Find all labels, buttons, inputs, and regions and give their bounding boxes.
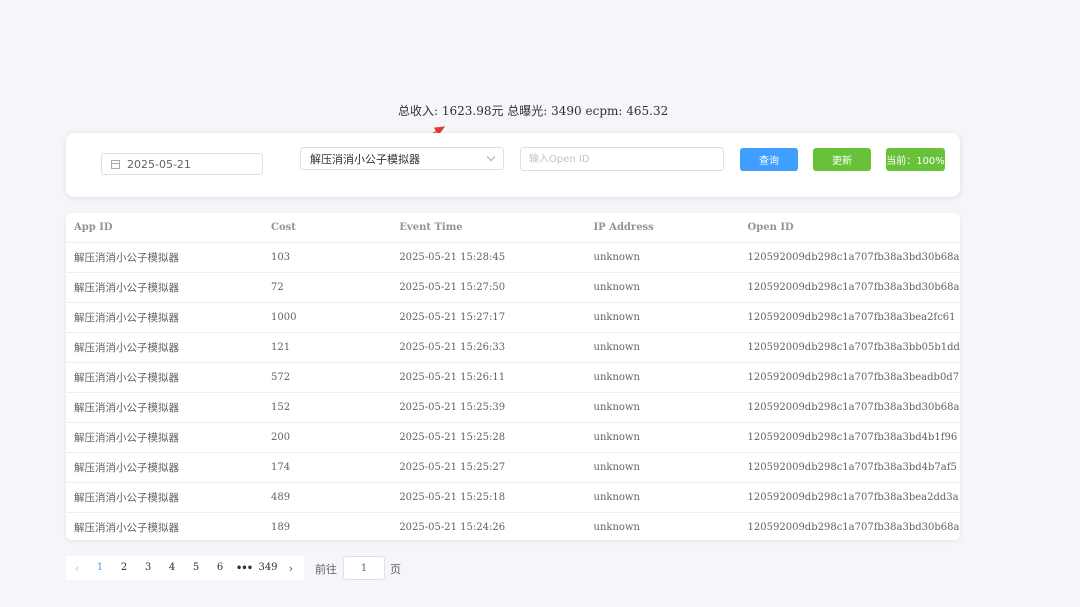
- cell-cost: 121: [262, 332, 392, 363]
- cell-app-id: 解压消消小公子模拟器: [66, 422, 263, 453]
- cell-cost: 200: [262, 422, 392, 453]
- cell-ip-address: unknown: [585, 302, 740, 333]
- cell-event-time: 2025-05-21 15:25:28: [391, 422, 586, 453]
- more-pages-icon[interactable]: •••: [232, 563, 256, 574]
- page-5[interactable]: 5: [184, 556, 208, 580]
- cell-open-id: 120592009db298c1a707fb38a3bd30b68a: [739, 272, 960, 303]
- app-select[interactable]: 解压消消小公子模拟器: [300, 147, 504, 170]
- events-table: App ID Cost Event Time IP Address Open I…: [66, 213, 960, 540]
- date-value: 2025-05-21: [127, 157, 191, 171]
- cell-app-id: 解压消消小公子模拟器: [74, 522, 179, 534]
- cell-cost: 1000: [262, 302, 392, 333]
- cell-ip-address: unknown: [585, 362, 740, 393]
- cell-open-id: 120592009db298c1a707fb38a3bd30b68a: [739, 242, 960, 273]
- chevron-left-icon[interactable]: ‹: [66, 562, 88, 575]
- date-picker[interactable]: 2025-05-21: [101, 153, 263, 175]
- goto-label: 前往: [315, 563, 337, 576]
- cell-open-id: 120592009db298c1a707fb38a3bb05b1dd: [739, 332, 960, 363]
- cell-event-time: 2025-05-21 15:25:39: [391, 392, 586, 423]
- filter-bar: 2025-05-21 解压消消小公子模拟器 查询 更新 当前：100%: [66, 133, 960, 197]
- cell-event-time: 2025-05-21 15:28:45: [391, 242, 586, 273]
- cell-ip-address: unknown: [585, 422, 740, 453]
- cell-open-id: 120592009db298c1a707fb38a3bea2fc61: [739, 302, 960, 333]
- column-header-event-time[interactable]: Event Time: [391, 213, 586, 243]
- cell-cost: 152: [262, 392, 392, 423]
- cell-ip-address: unknown: [585, 482, 740, 513]
- column-header-open-id[interactable]: Open ID: [739, 213, 960, 243]
- cell-open-id: 120592009db298c1a707fb38a3bd4b1f96: [739, 422, 960, 453]
- app-select-value: 解压消消小公子模拟器: [310, 152, 420, 166]
- table-row[interactable]: 解压消消小公子模拟器 189 2025-05-21 15:24:26 unknown 1…: [66, 513, 960, 541]
- cell-app-id: 解压消消小公子模拟器: [66, 332, 263, 363]
- cell-ip-address: unknown: [585, 452, 740, 483]
- table-row[interactable]: 解压消消小公子模拟器 121 2025-05-21 15:26:33 unknown 1…: [66, 332, 960, 363]
- cell-event-time: 2025-05-21 15:27:50: [391, 272, 586, 303]
- openid-input[interactable]: [520, 147, 724, 171]
- cell-event-time: 2025-05-21 15:25:18: [391, 482, 586, 513]
- cell-app-id: 解压消消小公子模拟器: [66, 482, 263, 513]
- chevron-right-icon[interactable]: ›: [280, 562, 302, 575]
- cell-app-id: 解压消消小公子模拟器: [66, 242, 263, 273]
- table-row[interactable]: 解压消消小公子模拟器 1000 2025-05-21 15:27:17 unknown…: [66, 302, 960, 333]
- goto-suffix: 页: [390, 563, 401, 576]
- cell-app-id: 解压消消小公子模拟器: [66, 302, 263, 333]
- cell-open-id: 120592009db298c1a707fb38a3bd4b7af5: [739, 452, 960, 483]
- cell-app-id: 解压消消小公子模拟器: [66, 272, 263, 303]
- page-last[interactable]: 349: [256, 556, 280, 580]
- cell-cost: 72: [262, 272, 392, 303]
- cell-event-time: 2025-05-21 15:25:27: [391, 452, 586, 483]
- cell-ip-address: unknown: [585, 272, 740, 303]
- calendar-icon: [111, 159, 120, 169]
- cell-event-time: 2025-05-21 15:26:11: [391, 362, 586, 393]
- cell-app-id: 解压消消小公子模拟器: [66, 452, 263, 483]
- cell-cost: 103: [262, 242, 392, 273]
- cell-event-time: 2025-05-21 15:24:26: [399, 522, 506, 533]
- table-row[interactable]: 解压消消小公子模拟器 174 2025-05-21 15:25:27 unknown 1…: [66, 452, 960, 483]
- table-row[interactable]: 解压消消小公子模拟器 72 2025-05-21 15:27:50 unknown 12…: [66, 272, 960, 303]
- cell-open-id: 120592009db298c1a707fb38a3bd30b68a: [739, 392, 960, 423]
- cell-ip-address: unknown: [585, 332, 740, 363]
- table-row[interactable]: 解压消消小公子模拟器 572 2025-05-21 15:26:11 unknown 1…: [66, 362, 960, 393]
- cell-ip-address: unknown: [585, 392, 740, 423]
- cell-open-id: 120592009db298c1a707fb38a3bea2dd3a: [739, 482, 960, 513]
- page-2[interactable]: 2: [112, 556, 136, 580]
- query-button[interactable]: 查询: [740, 148, 798, 171]
- page-6[interactable]: 6: [208, 556, 232, 580]
- pagination: ‹ 1 2 3 4 5 6 ••• 349 ›: [66, 556, 304, 580]
- table-row[interactable]: 解压消消小公子模拟器 103 2025-05-21 15:28:45 unknown 1…: [66, 242, 960, 273]
- progress-button[interactable]: 当前：100%: [886, 148, 945, 171]
- cell-cost: 489: [262, 482, 392, 513]
- page-4[interactable]: 4: [160, 556, 184, 580]
- column-header-app-id[interactable]: App ID: [66, 213, 263, 243]
- cell-event-time: 2025-05-21 15:27:17: [391, 302, 586, 333]
- page-1[interactable]: 1: [88, 556, 112, 580]
- update-button[interactable]: 更新: [813, 148, 871, 171]
- cell-open-id: 120592009db298c1a707fb38a3bd30b68a: [747, 522, 960, 533]
- cell-ip-address: unknown: [585, 242, 740, 273]
- cell-ip-address: unknown: [593, 522, 640, 533]
- column-header-cost[interactable]: Cost: [262, 213, 392, 243]
- table-header-row: App ID Cost Event Time IP Address Open I…: [66, 213, 960, 243]
- cell-cost: 189: [270, 522, 291, 533]
- cell-app-id: 解压消消小公子模拟器: [66, 362, 263, 393]
- table-row[interactable]: 解压消消小公子模拟器 152 2025-05-21 15:25:39 unknown 1…: [66, 392, 960, 423]
- table-row[interactable]: 解压消消小公子模拟器 200 2025-05-21 15:25:28 unknown 1…: [66, 422, 960, 453]
- goto-page-input[interactable]: [343, 556, 385, 580]
- page-3[interactable]: 3: [136, 556, 160, 580]
- cell-app-id: 解压消消小公子模拟器: [66, 392, 263, 423]
- cell-open-id: 120592009db298c1a707fb38a3beadb0d7: [739, 362, 960, 393]
- cell-event-time: 2025-05-21 15:26:33: [391, 332, 586, 363]
- column-header-ip-address[interactable]: IP Address: [585, 213, 740, 243]
- chevron-down-icon: [486, 152, 496, 162]
- revenue-summary: 总收入: 1623.98元 总曝光: 3490 ecpm: 465.32: [398, 104, 669, 118]
- table-row[interactable]: 解压消消小公子模拟器 489 2025-05-21 15:25:18 unknown 1…: [66, 482, 960, 513]
- cell-cost: 174: [262, 452, 392, 483]
- cell-cost: 572: [262, 362, 392, 393]
